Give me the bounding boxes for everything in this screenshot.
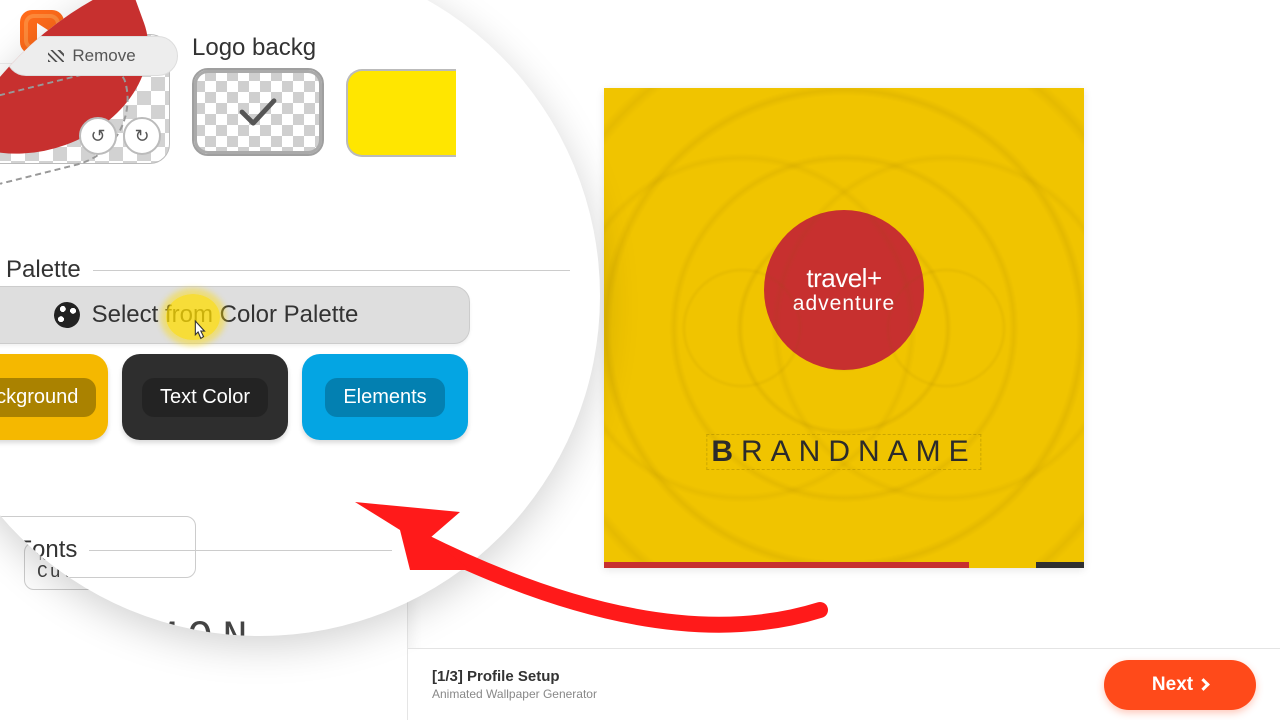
step-counter: [1/3] <box>432 668 463 685</box>
erase-icon <box>48 50 64 62</box>
logo-line-2: adventure <box>793 292 895 316</box>
select-palette-button[interactable]: Select from Color Palette <box>0 286 470 344</box>
logo-bg-transparent-tile: Logo backg <box>192 34 324 156</box>
brand-b: B <box>711 435 741 468</box>
elements-color-chip[interactable]: Elements <box>302 354 468 440</box>
chip-label: Text Color <box>142 378 268 417</box>
font-word: font <box>42 586 83 612</box>
step-info: [1/3] Profile Setup Animated Wallpaper G… <box>432 668 597 701</box>
chip-label: Elements <box>325 378 444 417</box>
select-palette-label: Select from Color Palette <box>92 301 359 329</box>
logo-bg-transparent[interactable] <box>192 68 324 156</box>
color-strip <box>604 562 1084 568</box>
text-color-chip[interactable]: Text Color <box>122 354 288 440</box>
choose-fonts-header: ose Fonts <box>0 536 392 564</box>
canvas-preview[interactable]: travel+ adventure BRANDNAME <box>604 88 1084 568</box>
palette-icon <box>52 300 82 330</box>
color-palette-header: Color Palette <box>0 256 570 284</box>
color-palette-title: Color Palette <box>0 256 81 284</box>
rotate-cw-icon[interactable]: ↻ <box>123 117 161 155</box>
check-icon <box>194 70 322 154</box>
remove-label-mag: Remove <box>72 46 135 66</box>
remove-button-mag[interactable]: Remove <box>6 36 178 76</box>
chevron-right-icon <box>1197 678 1210 691</box>
choose-fonts-title: ose Fonts <box>0 536 77 564</box>
rotate-ccw-icon[interactable]: ↺ <box>79 117 117 155</box>
brand-rest: RANDNAME <box>741 435 977 468</box>
magnifier-overlay: Remove ture ↺ ↻ Logo backg Color Palette <box>0 0 600 636</box>
mono-preview: MON <box>152 614 258 636</box>
logo-bg-yellow[interactable] <box>346 69 456 157</box>
logo-line-1: travel+ <box>806 263 881 294</box>
logo-circle: travel+ adventure <box>764 210 924 370</box>
logo-bg-yellow-tile <box>346 69 456 157</box>
next-label: Next <box>1152 674 1193 696</box>
next-button[interactable]: Next <box>1104 660 1256 710</box>
brand-name-text[interactable]: BRANDNAME <box>706 434 981 470</box>
chip-label: Background <box>0 378 96 417</box>
step-subtitle: Animated Wallpaper Generator <box>432 687 597 701</box>
logo-bg-label: Logo backg <box>192 34 324 62</box>
footer: [1/3] Profile Setup Animated Wallpaper G… <box>408 648 1280 720</box>
background-color-chip[interactable]: Background <box>0 354 108 440</box>
step-title: Profile Setup <box>467 668 560 685</box>
color-chips-row: Background Text Color Elements <box>0 354 468 440</box>
